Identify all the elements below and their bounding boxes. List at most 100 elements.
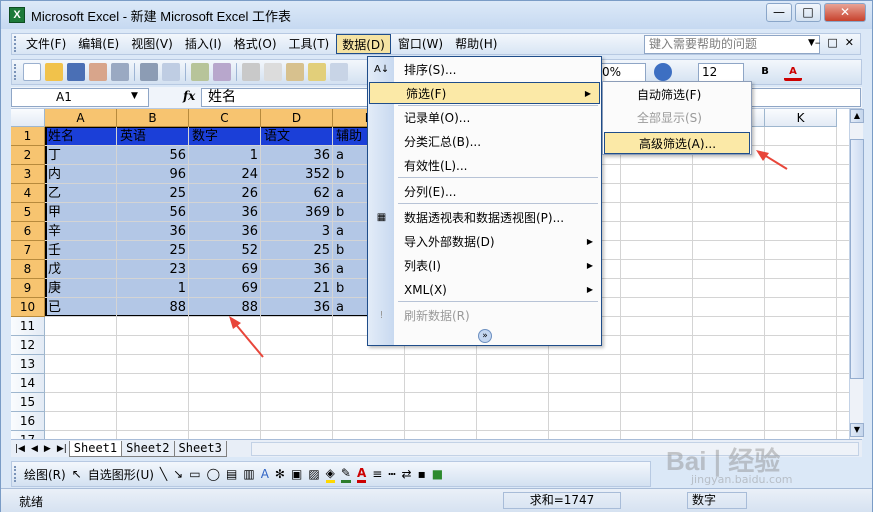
cell[interactable]: 56 [120,146,186,165]
cell[interactable]: 36 [264,260,330,279]
print-icon[interactable] [140,63,158,81]
line-style-icon[interactable]: ≡ [372,467,382,481]
cell[interactable]: 36 [264,298,330,317]
first-sheet-icon[interactable]: |◀ [15,444,25,454]
format-painter-icon[interactable] [308,63,326,81]
cell[interactable]: 36 [120,222,186,241]
cell[interactable]: 24 [192,165,258,184]
font-color-button[interactable]: A [784,63,802,81]
cell[interactable]: 36 [192,222,258,241]
prev-sheet-icon[interactable]: ◀ [31,444,38,454]
cell[interactable]: 壬 [48,241,114,260]
print-preview-icon[interactable] [162,63,180,81]
cell[interactable]: 英语 [120,127,186,146]
cell[interactable]: 25 [264,241,330,260]
research-icon[interactable] [213,63,231,81]
vertical-scrollbar[interactable]: ▲ ▼ [849,109,864,439]
cell[interactable]: 3 [264,222,330,241]
3d-icon[interactable]: ■ [432,467,443,481]
menu-item-filter[interactable]: 筛选(F) ▶ [369,82,600,104]
tab-sheet2[interactable]: Sheet2 [121,440,175,457]
textbox-icon[interactable]: ▤ [226,467,237,481]
picture-icon[interactable]: ▨ [308,467,319,481]
paste-icon[interactable] [286,63,304,81]
row-header-12[interactable]: 12 [11,336,45,355]
advanced-filter-item[interactable]: 高级筛选(A)... [604,132,750,154]
cell[interactable]: 姓名 [48,127,114,146]
wordart-icon[interactable]: A [261,467,269,481]
row-header-7[interactable]: 7 [11,241,45,260]
line-icon[interactable]: ╲ [160,467,167,481]
cell[interactable]: 丁 [48,146,114,165]
cell[interactable]: 25 [120,184,186,203]
menu-item-text-to-columns[interactable]: 分列(E)... [368,181,601,203]
menu-window[interactable]: 窗口(W) [393,34,448,54]
rectangle-icon[interactable]: ▭ [189,467,200,481]
name-box-dropdown-icon[interactable]: ▼ [131,91,138,101]
cell[interactable]: 369 [264,203,330,222]
cell[interactable]: 23 [120,260,186,279]
email-icon[interactable] [111,63,129,81]
font-color-icon[interactable]: A [356,466,367,483]
menu-format[interactable]: 格式(O) [229,34,282,54]
last-sheet-icon[interactable]: ▶| [57,444,67,454]
row-header-1[interactable]: 1 [11,127,45,146]
menubar-grip[interactable] [14,36,18,52]
cell[interactable]: 352 [264,165,330,184]
cell[interactable]: 69 [192,279,258,298]
spelling-icon[interactable] [191,63,209,81]
row-header-13[interactable]: 13 [11,355,45,374]
row-header-14[interactable]: 14 [11,374,45,393]
menu-view[interactable]: 视图(V) [126,34,178,54]
cell[interactable]: 96 [120,165,186,184]
row-header-3[interactable]: 3 [11,165,45,184]
row-header-4[interactable]: 4 [11,184,45,203]
open-icon[interactable] [45,63,63,81]
column-header-d[interactable]: D [261,109,333,127]
menu-insert[interactable]: 插入(I) [180,34,227,54]
cell[interactable]: 戊 [48,260,114,279]
row-header-17[interactable]: 17 [11,431,45,439]
tab-sheet1[interactable]: Sheet1 [68,440,123,457]
drawbar-grip[interactable] [14,466,18,482]
draw-menu-button[interactable]: 绘图(R) [24,466,66,483]
cell[interactable]: 语文 [264,127,330,146]
row-header-8[interactable]: 8 [11,260,45,279]
cell[interactable]: 1 [120,279,186,298]
doc-restore-button[interactable]: □ [827,36,837,49]
cell[interactable]: 36 [264,146,330,165]
arrow-style-icon[interactable]: ⇄ [402,467,412,481]
cell[interactable]: 21 [264,279,330,298]
menu-item-pivot-table[interactable]: 数据透视表和数据透视图(P)... ▦ [368,207,601,229]
cell[interactable]: 辛 [48,222,114,241]
cell[interactable]: 69 [192,260,258,279]
menu-item-validation[interactable]: 有效性(L)... [368,155,601,177]
column-header-c[interactable]: C [189,109,261,127]
menu-item-import-external-data[interactable]: 导入外部数据(D) ▶ [368,231,601,253]
cell[interactable]: 乙 [48,184,114,203]
arrow-icon[interactable]: ↘ [173,467,183,481]
vertical-scroll-thumb[interactable] [850,139,864,379]
scroll-down-icon[interactable]: ▼ [850,423,864,437]
permission-icon[interactable] [89,63,107,81]
diagram-icon[interactable]: ✻ [275,467,285,481]
menu-item-subtotals[interactable]: 分类汇总(B)... [368,131,601,153]
undo-icon[interactable] [330,63,348,81]
row-header-2[interactable]: 2 [11,146,45,165]
dash-style-icon[interactable]: ┅ [388,467,395,481]
cell[interactable]: 88 [120,298,186,317]
menu-item-xml[interactable]: XML(X) ▶ [368,279,601,301]
cell[interactable]: 1 [192,146,258,165]
cut-icon[interactable] [242,63,260,81]
menu-item-form[interactable]: 记录单(O)... [368,107,601,129]
menu-edit[interactable]: 编辑(E) [73,34,124,54]
fill-color-icon[interactable]: ◈ [325,466,335,483]
restore-button[interactable]: □ [795,3,821,22]
menu-item-refresh-data[interactable]: 刷新数据(R)! [368,305,601,327]
minimize-button[interactable]: — [766,3,792,22]
help-icon[interactable] [654,63,672,81]
row-header-10[interactable]: 10 [11,298,45,317]
menu-item-list[interactable]: 列表(I) ▶ [368,255,601,277]
menu-data[interactable]: 数据(D) [336,34,391,54]
menu-help[interactable]: 帮助(H) [450,34,502,54]
